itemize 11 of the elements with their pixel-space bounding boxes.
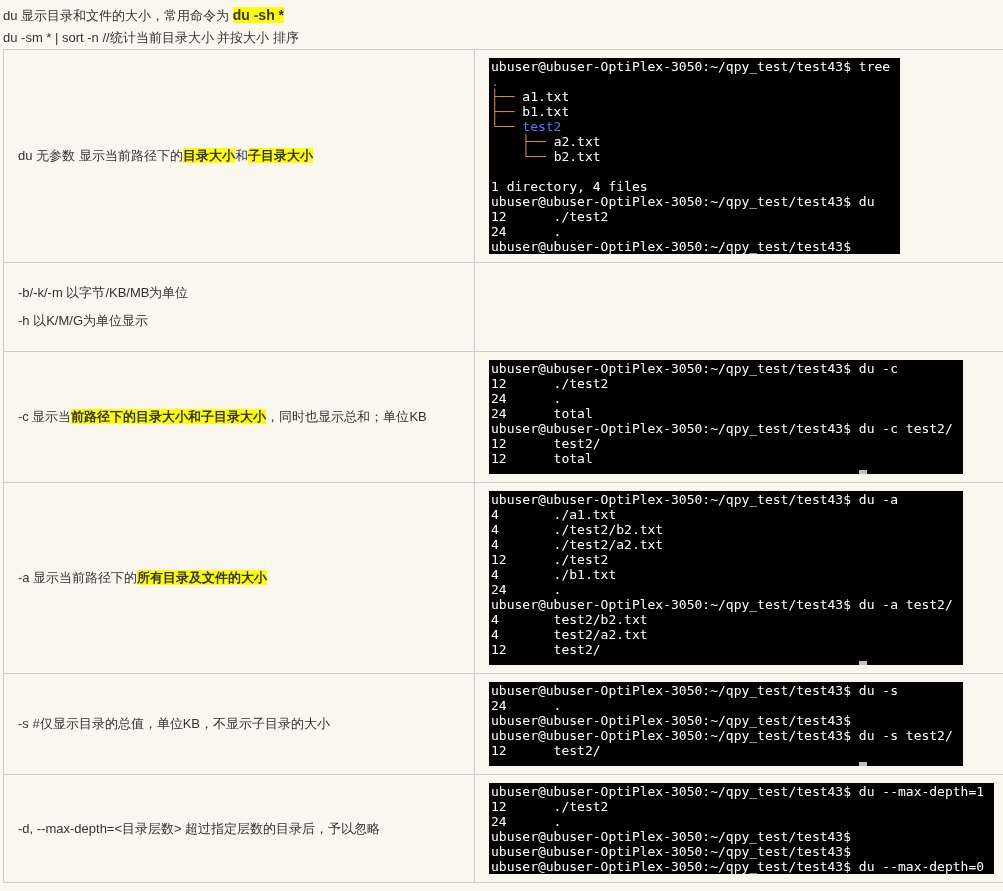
terminal-screenshot: ubuser@ubuser-OptiPlex-3050:~/qpy_test/test43$ du -c 12 ./test2 24 . 24 total ubuser@ubuser-OptiPlex-3050:~/qpy_test/test43$ du -c test2/ 12 test2/ 12 total bbox=[489, 360, 963, 474]
option-description: -b/-k/-m 以字节/KB/MB为单位 bbox=[18, 284, 190, 302]
option-description: -d, --max-depth=<目录层数> 超过指定层数的目录后，予以忽略 bbox=[18, 819, 382, 838]
terminal-screenshot: ubuser@ubuser-OptiPlex-3050:~/qpy_test/test43$ tree . ├── a1.txt ├── b1.txt └── test2 ├── a2.txt └── b2.txt 1 directory, 4 files ubuser@ubuser-OptiPlex-3050:~/qpy_test/test43$ du 12 ./test2 24 . ubuser@ubuser-OptiPlex-3050:~/qpy_test/test43$ bbox=[489, 58, 901, 254]
terminal-screenshot: ubuser@ubuser-OptiPlex-3050:~/qpy_test/test43$ du --max-depth=1 12 ./test2 24 . ubuser@ubuser-OptiPlex-3050:~/qpy_test/test43$ ubuser@ubuser-OptiPlex-3050:~/qpy_test/test43$ ubuser@ubuser-OptiPlex-3050:~/qpy_test/test43$ du --max-depth=0 bbox=[489, 783, 995, 874]
option-description: -s #仅显示目录的总值，单位KB，不显示子目录的大小 bbox=[18, 715, 331, 733]
terminal-screenshot: ubuser@ubuser-OptiPlex-3050:~/qpy_test/test43$ du -s 24 . ubuser@ubuser-OptiPlex-3050:~/qpy_test/test43$ ubuser@ubuser-OptiPlex-3050:~/qpy_test/test43$ du -s test2/ 12 test2/ bbox=[489, 682, 963, 766]
paragraph: du 显示目录和文件的大小，常用命令为 du -sh * bbox=[2, 6, 286, 25]
terminal-screenshot: ubuser@ubuser-OptiPlex-3050:~/qpy_test/test43$ du -a 4 ./a1.txt 4 ./test2/b2.txt 4 ./test2/a2.txt 12 ./test2 4 ./b1.txt 24 . ubuser@ubuser-OptiPlex-3050:~/qpy_test/test43$ du -a test2/ 4 test2/b2.txt 4 test2/a2.txt 12 test2/ bbox=[489, 491, 963, 665]
option-description: -h 以K/M/G为单位显示 bbox=[18, 312, 149, 330]
paragraph: du -sm * | sort -n //统计当前目录大小 并按大小 排序 bbox=[2, 29, 300, 47]
